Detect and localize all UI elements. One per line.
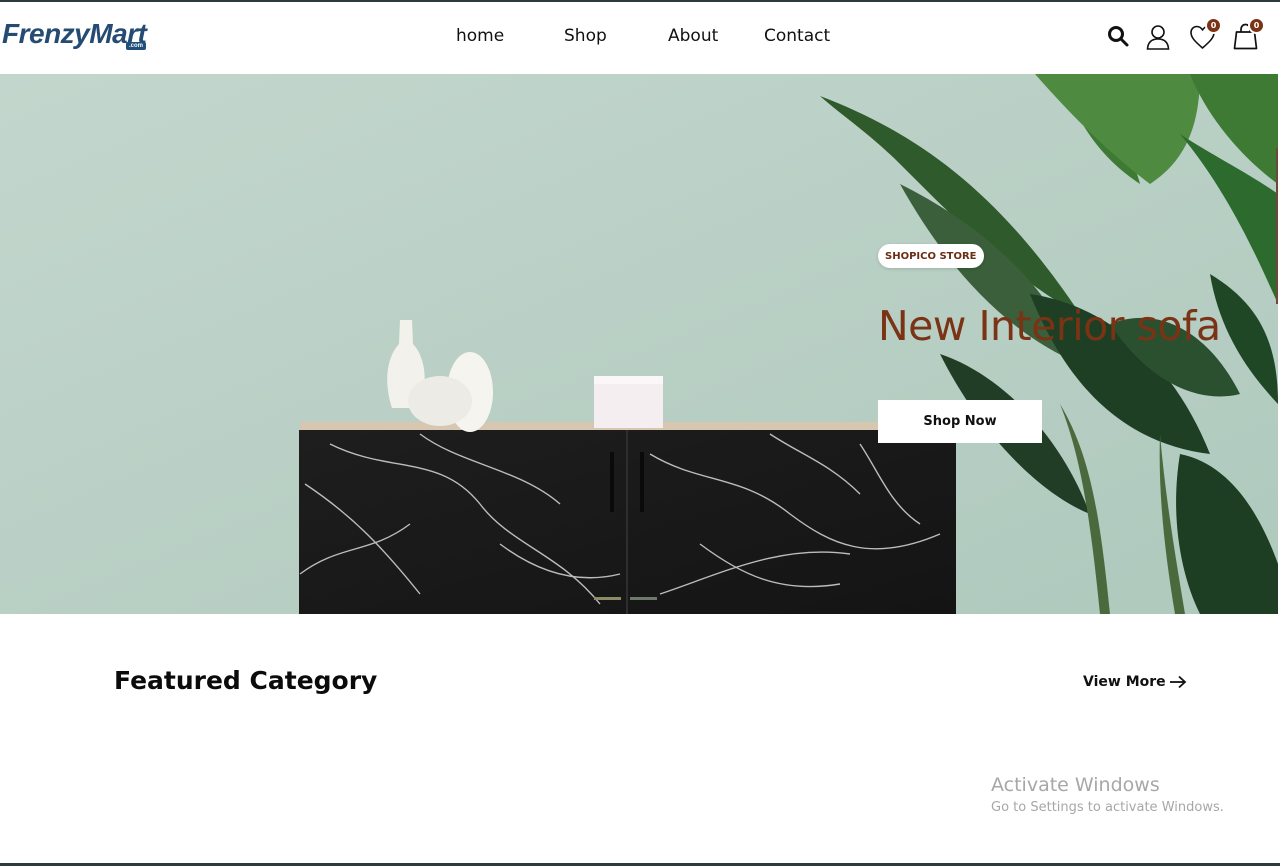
nav-about[interactable]: About: [668, 26, 718, 46]
arrow-right-icon: [1169, 675, 1186, 689]
nav-home[interactable]: home: [456, 26, 504, 46]
site-header: FrenzyMart .com home Shop About Contact: [0, 2, 1280, 74]
view-more-label: View More: [1083, 674, 1166, 690]
slider-dot[interactable]: [630, 597, 657, 600]
hero-badge: SHOPICO STORE: [878, 244, 984, 268]
cart-count-badge: 0: [1248, 17, 1265, 34]
search-icon[interactable]: [1106, 24, 1130, 48]
wishlist-count-badge: 0: [1205, 17, 1222, 34]
nav-shop[interactable]: Shop: [564, 26, 607, 46]
section-title-featured-category: Featured Category: [114, 666, 378, 695]
scroll-edge: [1276, 148, 1278, 304]
user-icon[interactable]: [1145, 23, 1171, 51]
hero-title: New Interior sofa: [878, 302, 1221, 350]
brand-logo[interactable]: FrenzyMart .com: [2, 18, 172, 58]
slider-dot-active[interactable]: [594, 597, 621, 600]
brand-name: FrenzyMart: [2, 18, 147, 49]
nav-contact[interactable]: Contact: [764, 26, 830, 46]
windows-activation-title: Activate Windows: [991, 774, 1160, 796]
view-more-link[interactable]: View More: [1083, 674, 1187, 690]
brand-badge: .com: [126, 42, 147, 50]
windows-activation-subtitle: Go to Settings to activate Windows.: [991, 800, 1224, 815]
shop-now-button[interactable]: Shop Now: [878, 400, 1042, 443]
